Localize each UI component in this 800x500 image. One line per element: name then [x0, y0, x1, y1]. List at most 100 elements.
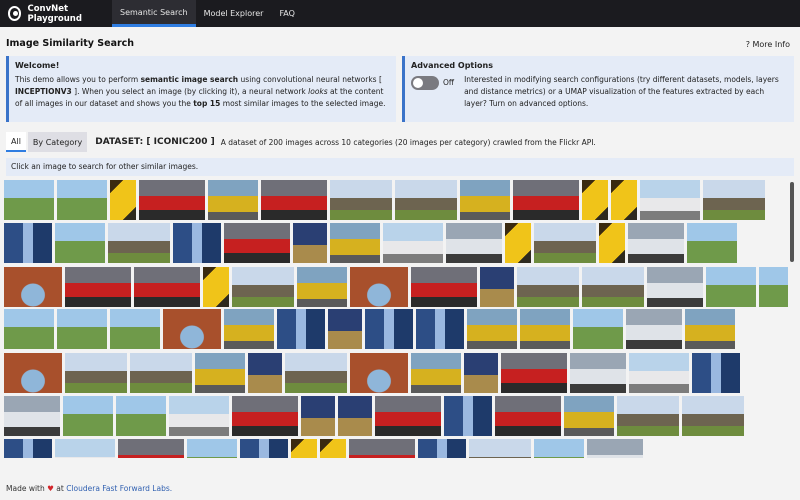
- beetle-thumbnail[interactable]: [520, 309, 570, 349]
- sports-car-thumbnail[interactable]: [224, 223, 290, 263]
- sports-car-thumbnail[interactable]: [495, 396, 561, 436]
- stonehenge-thumbnail[interactable]: [108, 223, 170, 263]
- sports-car-thumbnail[interactable]: [139, 180, 205, 220]
- stonehenge-thumbnail[interactable]: [65, 353, 127, 393]
- stonehenge-thumbnail[interactable]: [395, 180, 457, 220]
- stonehenge-thumbnail[interactable]: [517, 267, 579, 307]
- banana-thumbnail[interactable]: [611, 180, 637, 220]
- sports-car-thumbnail[interactable]: [118, 439, 184, 458]
- filter-all-button[interactable]: All: [6, 132, 26, 152]
- stonehenge-thumbnail[interactable]: [617, 396, 679, 436]
- skyscraper-thumbnail[interactable]: [692, 353, 740, 393]
- sports-car-thumbnail[interactable]: [375, 396, 441, 436]
- beetle-thumbnail[interactable]: [467, 309, 517, 349]
- tractor-thumbnail[interactable]: [706, 267, 756, 307]
- arch-thumbnail[interactable]: [350, 267, 408, 307]
- gallery-scrollbar[interactable]: [790, 182, 794, 262]
- beetle-thumbnail[interactable]: [195, 353, 245, 393]
- banana-thumbnail[interactable]: [203, 267, 229, 307]
- sports-car-thumbnail[interactable]: [261, 180, 327, 220]
- beetle-thumbnail[interactable]: [330, 223, 380, 263]
- tractor-thumbnail[interactable]: [57, 180, 107, 220]
- tractor-thumbnail[interactable]: [534, 439, 584, 458]
- eiffel-tower-thumbnail[interactable]: [328, 309, 362, 349]
- stonehenge-thumbnail[interactable]: [469, 439, 531, 458]
- beetle-thumbnail[interactable]: [685, 309, 735, 349]
- stonehenge-thumbnail[interactable]: [534, 223, 596, 263]
- skyscraper-thumbnail[interactable]: [444, 396, 492, 436]
- brand[interactable]: ConvNet Playground: [0, 0, 112, 27]
- tab-faq[interactable]: FAQ: [271, 0, 303, 27]
- eiffel-tower-thumbnail[interactable]: [301, 396, 335, 436]
- stonehenge-thumbnail[interactable]: [285, 353, 347, 393]
- filter-by-category-button[interactable]: By Category: [27, 132, 88, 152]
- eiffel-tower-thumbnail[interactable]: [464, 353, 498, 393]
- stonehenge-thumbnail[interactable]: [682, 396, 744, 436]
- beetle-thumbnail[interactable]: [411, 353, 461, 393]
- beetle-thumbnail[interactable]: [297, 267, 347, 307]
- tab-semantic-search[interactable]: Semantic Search: [112, 0, 196, 27]
- sports-car-thumbnail[interactable]: [513, 180, 579, 220]
- sedan-thumbnail[interactable]: [4, 396, 60, 436]
- pickup-truck-thumbnail[interactable]: [640, 180, 700, 220]
- sedan-thumbnail[interactable]: [628, 223, 684, 263]
- sports-car-thumbnail[interactable]: [232, 396, 298, 436]
- tractor-thumbnail[interactable]: [63, 396, 113, 436]
- pickup-truck-thumbnail[interactable]: [169, 396, 229, 436]
- tractor-thumbnail[interactable]: [187, 439, 237, 458]
- tractor-thumbnail[interactable]: [4, 180, 54, 220]
- stonehenge-thumbnail[interactable]: [703, 180, 765, 220]
- sedan-thumbnail[interactable]: [446, 223, 502, 263]
- banana-thumbnail[interactable]: [599, 223, 625, 263]
- pickup-truck-thumbnail[interactable]: [383, 223, 443, 263]
- banana-thumbnail[interactable]: [291, 439, 317, 458]
- stonehenge-thumbnail[interactable]: [130, 353, 192, 393]
- skyscraper-thumbnail[interactable]: [173, 223, 221, 263]
- eiffel-tower-thumbnail[interactable]: [293, 223, 327, 263]
- banana-thumbnail[interactable]: [110, 180, 136, 220]
- skyscraper-thumbnail[interactable]: [4, 223, 52, 263]
- beetle-thumbnail[interactable]: [224, 309, 274, 349]
- pickup-truck-thumbnail[interactable]: [629, 353, 689, 393]
- stonehenge-thumbnail[interactable]: [232, 267, 294, 307]
- sedan-thumbnail[interactable]: [647, 267, 703, 307]
- arch-thumbnail[interactable]: [163, 309, 221, 349]
- skyscraper-thumbnail[interactable]: [416, 309, 464, 349]
- tractor-thumbnail[interactable]: [687, 223, 737, 263]
- tractor-thumbnail[interactable]: [759, 267, 788, 307]
- sports-car-thumbnail[interactable]: [501, 353, 567, 393]
- skyscraper-thumbnail[interactable]: [365, 309, 413, 349]
- sports-car-thumbnail[interactable]: [411, 267, 477, 307]
- sedan-thumbnail[interactable]: [570, 353, 626, 393]
- tractor-thumbnail[interactable]: [4, 309, 54, 349]
- tractor-thumbnail[interactable]: [116, 396, 166, 436]
- sedan-thumbnail[interactable]: [626, 309, 682, 349]
- toggle-track[interactable]: [411, 76, 439, 90]
- skyscraper-thumbnail[interactable]: [277, 309, 325, 349]
- arch-thumbnail[interactable]: [4, 267, 62, 307]
- skyscraper-thumbnail[interactable]: [418, 439, 466, 458]
- pickup-truck-thumbnail[interactable]: [55, 439, 115, 458]
- sedan-thumbnail[interactable]: [587, 439, 643, 458]
- tractor-thumbnail[interactable]: [110, 309, 160, 349]
- beetle-thumbnail[interactable]: [208, 180, 258, 220]
- eiffel-tower-thumbnail[interactable]: [248, 353, 282, 393]
- beetle-thumbnail[interactable]: [564, 396, 614, 436]
- tab-model-explorer[interactable]: Model Explorer: [196, 0, 272, 27]
- stonehenge-thumbnail[interactable]: [330, 180, 392, 220]
- stonehenge-thumbnail[interactable]: [582, 267, 644, 307]
- tractor-thumbnail[interactable]: [57, 309, 107, 349]
- banana-thumbnail[interactable]: [320, 439, 346, 458]
- sports-car-thumbnail[interactable]: [134, 267, 200, 307]
- tractor-thumbnail[interactable]: [55, 223, 105, 263]
- arch-thumbnail[interactable]: [350, 353, 408, 393]
- banana-thumbnail[interactable]: [582, 180, 608, 220]
- more-info-link[interactable]: ? More Info: [746, 40, 790, 49]
- cloudera-link[interactable]: Cloudera Fast Forward Labs.: [66, 484, 172, 493]
- banana-thumbnail[interactable]: [505, 223, 531, 263]
- tractor-thumbnail[interactable]: [573, 309, 623, 349]
- skyscraper-thumbnail[interactable]: [4, 439, 52, 458]
- advanced-options-toggle[interactable]: Off: [411, 76, 454, 90]
- eiffel-tower-thumbnail[interactable]: [338, 396, 372, 436]
- sports-car-thumbnail[interactable]: [65, 267, 131, 307]
